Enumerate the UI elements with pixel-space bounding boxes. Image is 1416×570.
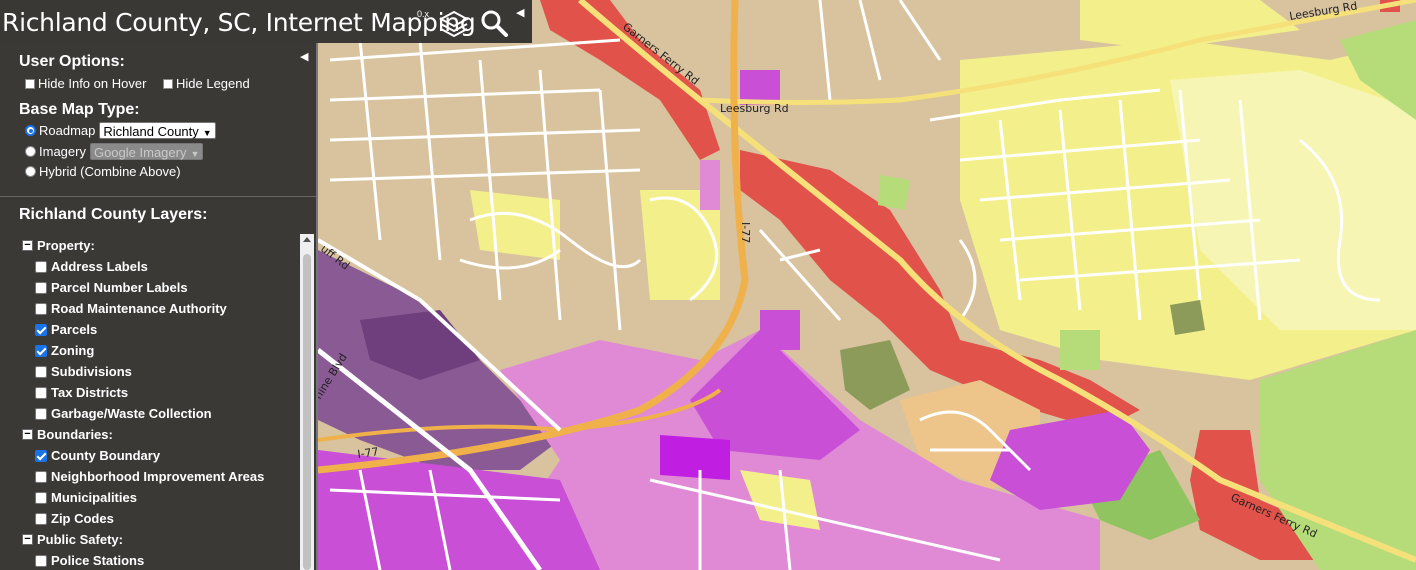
panel-collapse-icon[interactable]: ◀ bbox=[300, 50, 308, 63]
road-label-leesburg-mid: Leesburg Rd bbox=[720, 102, 789, 115]
chevron-down-icon: ▼ bbox=[190, 149, 200, 159]
zone-magenta-small bbox=[760, 310, 800, 350]
layer-county-boundary[interactable]: County Boundary bbox=[35, 448, 160, 463]
group-boundaries-label: Boundaries: bbox=[37, 427, 113, 442]
layer-subdivisions[interactable]: Subdivisions bbox=[35, 364, 132, 379]
layer-label: Subdivisions bbox=[51, 364, 132, 379]
layer-checkbox[interactable] bbox=[35, 470, 47, 483]
scroll-up-icon[interactable] bbox=[303, 237, 311, 242]
layer-checkbox[interactable] bbox=[35, 554, 47, 567]
layer-parcels[interactable]: Parcels bbox=[35, 322, 97, 337]
hide-legend-checkbox[interactable] bbox=[163, 78, 173, 89]
layer-checkbox[interactable] bbox=[35, 407, 47, 420]
layer-label: Municipalities bbox=[51, 490, 137, 505]
zone-pink-sliver bbox=[700, 160, 720, 210]
collapse-minus-icon[interactable]: − bbox=[22, 240, 33, 251]
imagery-option[interactable]: Imagery Google Imagery ▼ bbox=[25, 143, 204, 160]
layers-icon[interactable] bbox=[438, 9, 470, 38]
imagery-select-value: Google Imagery bbox=[93, 145, 187, 160]
roadmap-select[interactable]: Richland County ▼ bbox=[99, 122, 216, 139]
title-bar: Richland County, SC, Internet Mapping 0.… bbox=[0, 0, 532, 43]
group-public-safety[interactable]: − Public Safety: bbox=[22, 532, 123, 547]
layers-heading: Richland County Layers: bbox=[19, 206, 208, 223]
layer-checkbox-checked[interactable] bbox=[35, 344, 47, 357]
base-map-heading: Base Map Type: bbox=[19, 101, 140, 118]
layers-scrollbar[interactable] bbox=[300, 234, 314, 570]
layer-checkbox[interactable] bbox=[35, 365, 47, 378]
roadmap-radio[interactable] bbox=[25, 125, 36, 136]
layers-list: − Property: Address Labels Parcel Number… bbox=[18, 233, 314, 570]
layer-road-maintenance[interactable]: Road Maintenance Authority bbox=[35, 301, 227, 316]
zone-magenta-bright bbox=[660, 435, 730, 480]
version-badge: 0.x bbox=[417, 9, 430, 19]
panel-divider bbox=[0, 196, 316, 197]
layer-label: Road Maintenance Authority bbox=[51, 301, 227, 316]
layer-municipalities[interactable]: Municipalities bbox=[35, 490, 137, 505]
hide-legend-label: Hide Legend bbox=[176, 76, 250, 91]
hybrid-option[interactable]: Hybrid (Combine Above) bbox=[25, 164, 181, 179]
hide-info-option[interactable]: Hide Info on Hover bbox=[25, 76, 146, 91]
layer-checkbox[interactable] bbox=[35, 386, 47, 399]
layer-label: Tax Districts bbox=[51, 385, 129, 400]
layer-neighborhood-improvement[interactable]: Neighborhood Improvement Areas bbox=[35, 469, 264, 484]
layer-checkbox-checked[interactable] bbox=[35, 323, 47, 336]
layer-address-labels[interactable]: Address Labels bbox=[35, 259, 148, 274]
layer-label: Zoning bbox=[51, 343, 95, 358]
chevron-down-icon: ▼ bbox=[202, 128, 212, 138]
layer-label: Parcels bbox=[51, 322, 98, 337]
group-property-label: Property: bbox=[37, 238, 95, 253]
user-options-heading: User Options: bbox=[19, 53, 125, 70]
zone-green-mid bbox=[1060, 330, 1100, 370]
imagery-label: Imagery bbox=[39, 144, 86, 159]
collapse-minus-icon[interactable]: − bbox=[22, 429, 33, 440]
hide-info-checkbox[interactable] bbox=[25, 78, 35, 89]
roadmap-option[interactable]: Roadmap Richland County ▼ bbox=[25, 122, 216, 139]
layer-label: Zip Codes bbox=[51, 511, 114, 526]
layer-checkbox[interactable] bbox=[35, 281, 47, 294]
layer-checkbox[interactable] bbox=[35, 512, 47, 525]
group-property[interactable]: − Property: bbox=[22, 238, 95, 253]
layer-tax-districts[interactable]: Tax Districts bbox=[35, 385, 128, 400]
layer-label: Parcel Number Labels bbox=[51, 280, 188, 295]
layer-checkbox[interactable] bbox=[35, 302, 47, 315]
roadmap-label: Roadmap bbox=[39, 123, 96, 138]
imagery-radio[interactable] bbox=[25, 146, 36, 157]
layer-label: Address Labels bbox=[51, 259, 148, 274]
layer-zip-codes[interactable]: Zip Codes bbox=[35, 511, 114, 526]
layer-label: Garbage/Waste Collection bbox=[51, 406, 212, 421]
layer-garbage-collection[interactable]: Garbage/Waste Collection bbox=[35, 406, 212, 421]
scrollbar-thumb[interactable] bbox=[303, 254, 311, 570]
search-icon[interactable] bbox=[480, 9, 508, 37]
layer-zoning[interactable]: Zoning bbox=[35, 343, 94, 358]
layer-parcel-number-labels[interactable]: Parcel Number Labels bbox=[35, 280, 188, 295]
roadmap-select-value: Richland County bbox=[103, 124, 199, 139]
layer-label: County Boundary bbox=[51, 448, 161, 463]
group-boundaries[interactable]: − Boundaries: bbox=[22, 427, 113, 442]
hybrid-radio[interactable] bbox=[25, 166, 36, 177]
options-panel: ◀ User Options: Hide Info on Hover Hide … bbox=[0, 43, 318, 570]
layer-checkbox[interactable] bbox=[35, 260, 47, 273]
zone-green-small bbox=[878, 175, 910, 210]
collapse-left-icon[interactable]: ◀ bbox=[516, 6, 524, 19]
app-title: Richland County, SC, Internet Mapping bbox=[2, 8, 476, 37]
layer-label: Neighborhood Improvement Areas bbox=[51, 469, 265, 484]
layer-label: Police Stations bbox=[51, 553, 145, 568]
collapse-minus-icon[interactable]: − bbox=[22, 534, 33, 545]
hide-info-label: Hide Info on Hover bbox=[38, 76, 147, 91]
hide-legend-option[interactable]: Hide Legend bbox=[163, 76, 250, 91]
zone-olive-small bbox=[1170, 300, 1205, 335]
layer-police-stations[interactable]: Police Stations bbox=[35, 553, 144, 568]
layer-checkbox[interactable] bbox=[35, 491, 47, 504]
group-public-safety-label: Public Safety: bbox=[37, 532, 123, 547]
hybrid-label: Hybrid (Combine Above) bbox=[39, 164, 181, 179]
imagery-select: Google Imagery ▼ bbox=[89, 143, 204, 160]
road-label-i77-vertical: I-77 bbox=[739, 222, 752, 243]
layer-checkbox-checked[interactable] bbox=[35, 449, 47, 462]
